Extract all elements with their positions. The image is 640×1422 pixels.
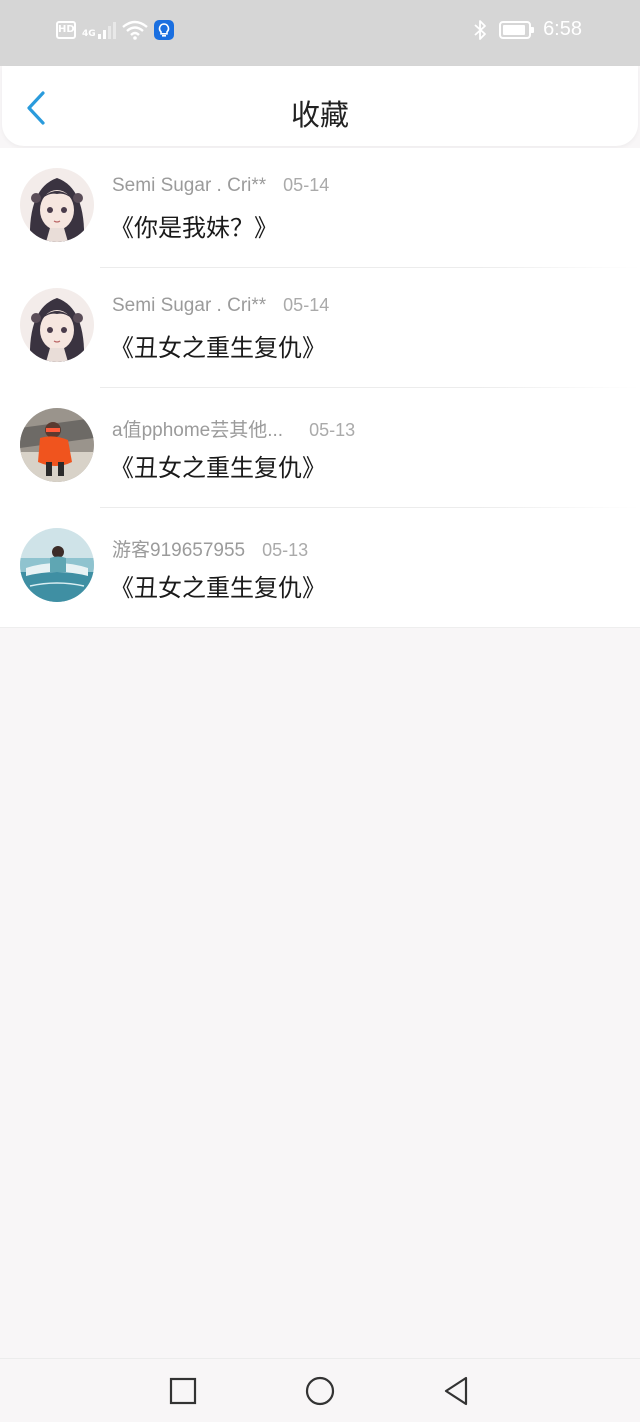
list-item[interactable]: Semi Sugar . Cri** 05-14 《你是我妹？》: [0, 148, 640, 268]
list-item[interactable]: 游客919657955 05-13 《丑女之重生复仇》: [0, 508, 640, 628]
divider: [0, 627, 640, 628]
home-circle-icon: [305, 1376, 335, 1406]
story-title[interactable]: 《你是我妹？》: [110, 208, 278, 243]
avatar-anime-girl-image: [20, 168, 94, 242]
avatar-pool-photo-image: [20, 528, 94, 602]
user-avatar[interactable]: [20, 408, 94, 482]
bluetooth-icon: [474, 19, 486, 40]
system-nav-bar: [0, 1358, 640, 1422]
avatar-orange-photo-image: [20, 408, 94, 482]
recents-button[interactable]: [167, 1375, 199, 1407]
page-title: 收藏: [290, 98, 349, 132]
item-date: 05-13: [309, 420, 356, 440]
story-title[interactable]: 《丑女之重生复仇》: [110, 448, 326, 483]
back-nav-button[interactable]: [440, 1375, 472, 1407]
user-name: 游客919657955: [112, 540, 246, 561]
item-meta: Semi Sugar . Cri** 05-14: [112, 295, 329, 317]
item-date: 05-13: [262, 540, 309, 560]
favorites-list: Semi Sugar . Cri** 05-14 《你是我妹？》 Semi Su…: [0, 148, 640, 628]
user-avatar[interactable]: [20, 168, 94, 242]
hd-icon: HD: [56, 21, 76, 39]
status-bar: HD 4G 6:58: [0, 0, 640, 66]
user-name: a值pphome芸其他...: [112, 420, 284, 441]
item-meta: 游客919657955 05-13: [112, 535, 308, 562]
user-avatar[interactable]: [20, 288, 94, 362]
home-button[interactable]: [304, 1375, 336, 1407]
item-date: 05-14: [283, 175, 330, 195]
status-time: 6:58: [543, 18, 582, 40]
item-date: 05-14: [283, 295, 330, 315]
network-label: 4G: [82, 29, 96, 39]
user-name: Semi Sugar . Cri**: [112, 295, 267, 316]
status-left: HD 4G: [56, 20, 174, 40]
user-avatar[interactable]: [20, 528, 94, 602]
signal-icon: 4G: [82, 21, 116, 39]
wifi-icon: [121, 20, 148, 40]
item-meta: Semi Sugar . Cri** 05-14: [112, 175, 329, 197]
battery-icon: [499, 20, 535, 39]
list-item[interactable]: a值pphome芸其他... 05-13 《丑女之重生复仇》: [0, 388, 640, 508]
item-meta: a值pphome芸其他... 05-13: [112, 415, 355, 442]
header-bar: 收藏: [2, 66, 638, 146]
user-name: Semi Sugar . Cri**: [112, 175, 267, 196]
back-triangle-icon: [444, 1376, 468, 1406]
list-item[interactable]: Semi Sugar . Cri** 05-14 《丑女之重生复仇》: [0, 268, 640, 388]
story-title[interactable]: 《丑女之重生复仇》: [110, 568, 326, 603]
story-title[interactable]: 《丑女之重生复仇》: [110, 328, 326, 363]
recents-square-icon: [169, 1377, 197, 1405]
avatar-anime-girl-image: [20, 288, 94, 362]
status-right: 6:58: [473, 18, 582, 41]
app-notification-icon: [153, 20, 174, 40]
